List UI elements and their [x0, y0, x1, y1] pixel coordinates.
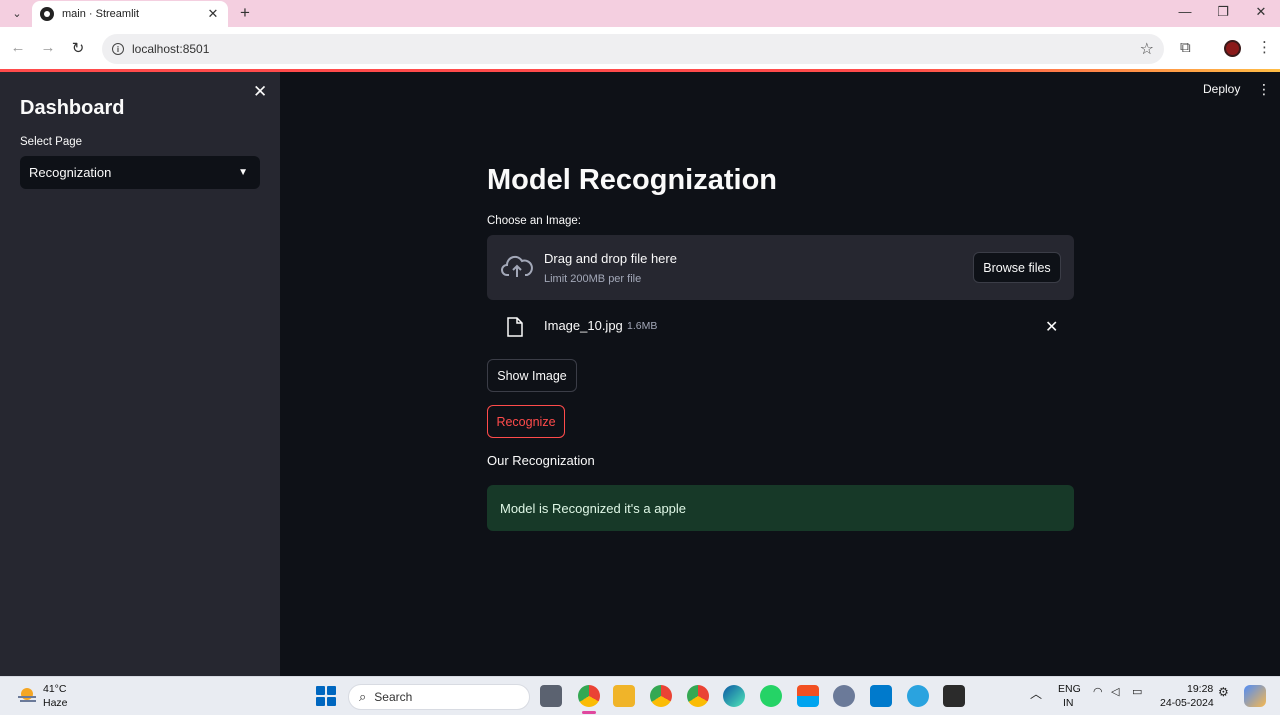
window-close-icon[interactable]: ✕ [1251, 4, 1271, 20]
page-title: Model Recognization [487, 164, 777, 196]
browser-menu-icon[interactable]: ⋮ [1257, 38, 1272, 56]
extensions-puzzle-icon[interactable]: ⧉ [1180, 39, 1191, 56]
site-info-icon[interactable]: i [112, 43, 124, 55]
reload-icon[interactable]: ↻ [68, 39, 88, 57]
clock-time[interactable]: 19:28 [1187, 683, 1213, 695]
wifi-icon[interactable]: ◠ [1093, 685, 1103, 698]
streamlit-favicon-icon [40, 7, 54, 21]
select-page-dropdown[interactable]: Recognization ▼ [20, 156, 260, 189]
file-name: Image_10.jpg [544, 318, 623, 333]
uploaded-file-row: Image_10.jpg 1.6MB ✕ [487, 308, 1074, 344]
dropzone-instructions: Drag and drop file here [544, 251, 677, 266]
edge-icon[interactable] [723, 685, 745, 707]
url-text[interactable]: localhost:8501 [132, 42, 209, 56]
tab-search-chevron-icon[interactable]: ⌄ [6, 3, 28, 23]
terminal-icon[interactable] [943, 685, 965, 707]
battery-icon[interactable]: ▭ [1132, 685, 1142, 698]
recognition-subheader: Our Recognization [487, 453, 595, 468]
file-explorer-icon[interactable] [613, 685, 635, 707]
taskbar-search[interactable]: ⌕ Search [348, 684, 530, 710]
microsoft-store-icon[interactable] [797, 685, 819, 707]
select-page-value: Recognization [29, 165, 112, 180]
cloud-upload-icon [501, 255, 533, 277]
deploy-button[interactable]: Deploy [1203, 82, 1240, 96]
file-dropzone[interactable]: Drag and drop file here Limit 200MB per … [487, 235, 1074, 300]
show-image-button[interactable]: Show Image [487, 359, 577, 392]
telegram-icon[interactable] [907, 685, 929, 707]
settings-gear-icon[interactable] [833, 685, 855, 707]
show-hidden-icons-chevron-icon[interactable]: ︿ [1030, 685, 1042, 702]
haze-weather-icon[interactable] [16, 686, 38, 704]
profile-avatar[interactable] [1224, 40, 1241, 57]
vscode-icon[interactable] [870, 685, 892, 707]
tab-title: main · Streamlit [62, 8, 140, 20]
language-region[interactable]: IN [1063, 697, 1074, 709]
select-page-label: Select Page [20, 136, 83, 148]
uploader-label: Choose an Image: [487, 215, 581, 227]
chrome-profile-icon[interactable] [650, 685, 672, 707]
chevron-down-icon: ▼ [238, 167, 248, 178]
browser-tab[interactable]: main · Streamlit ✕ [32, 1, 228, 27]
task-view-icon[interactable] [540, 685, 562, 707]
active-app-indicator [582, 711, 596, 714]
forward-arrow-icon[interactable]: → [38, 39, 58, 56]
browser-tab-strip: ⌄ main · Streamlit ✕ + — ❐ ✕ [0, 0, 1280, 27]
tab-close-icon[interactable]: ✕ [204, 6, 222, 22]
file-size: 1.6MB [627, 320, 658, 332]
whatsapp-icon[interactable] [760, 685, 782, 707]
notification-icon[interactable]: ⚙ [1218, 685, 1229, 699]
temperature[interactable]: 41°C [43, 683, 66, 695]
file-icon [507, 317, 523, 337]
search-icon: ⌕ [359, 689, 367, 704]
clock-date[interactable]: 24-05-2024 [1160, 697, 1214, 709]
new-tab-plus-icon[interactable]: + [235, 3, 255, 23]
weather-condition[interactable]: Haze [43, 697, 68, 709]
search-placeholder: Search [374, 690, 413, 704]
success-alert: Model is Recognized it's a apple [487, 485, 1074, 531]
bookmark-star-icon[interactable]: ☆ [1140, 39, 1154, 59]
volume-icon[interactable]: ◁ [1111, 685, 1119, 698]
language-indicator[interactable]: ENG [1058, 683, 1081, 695]
recognize-button[interactable]: Recognize [487, 405, 565, 438]
remove-file-icon[interactable]: ✕ [1045, 317, 1058, 337]
sidebar-title: Dashboard [20, 97, 125, 119]
windows-start-icon[interactable] [316, 686, 336, 706]
copilot-icon[interactable] [1244, 685, 1266, 707]
main-menu-icon[interactable]: ⋮ [1257, 81, 1271, 98]
address-bar[interactable]: i localhost:8501 ☆ [102, 34, 1164, 64]
back-arrow-icon[interactable]: ← [8, 39, 28, 56]
main-content [280, 72, 1280, 676]
restore-icon[interactable]: ❐ [1213, 4, 1233, 20]
windows-taskbar: 41°C Haze ⌕ Search ︿ ENG IN ◠ ◁ ▭ 19:28 … [0, 676, 1280, 715]
chrome-profile-2-icon[interactable] [687, 685, 709, 707]
chrome-active-icon[interactable] [578, 685, 600, 707]
browse-files-button[interactable]: Browse files [973, 252, 1061, 283]
browser-toolbar: ← → ↻ i localhost:8501 ☆ [0, 27, 1280, 70]
minimize-icon[interactable]: — [1175, 4, 1195, 19]
dropzone-limit: Limit 200MB per file [544, 273, 642, 285]
sidebar-close-icon[interactable]: ✕ [253, 82, 267, 102]
